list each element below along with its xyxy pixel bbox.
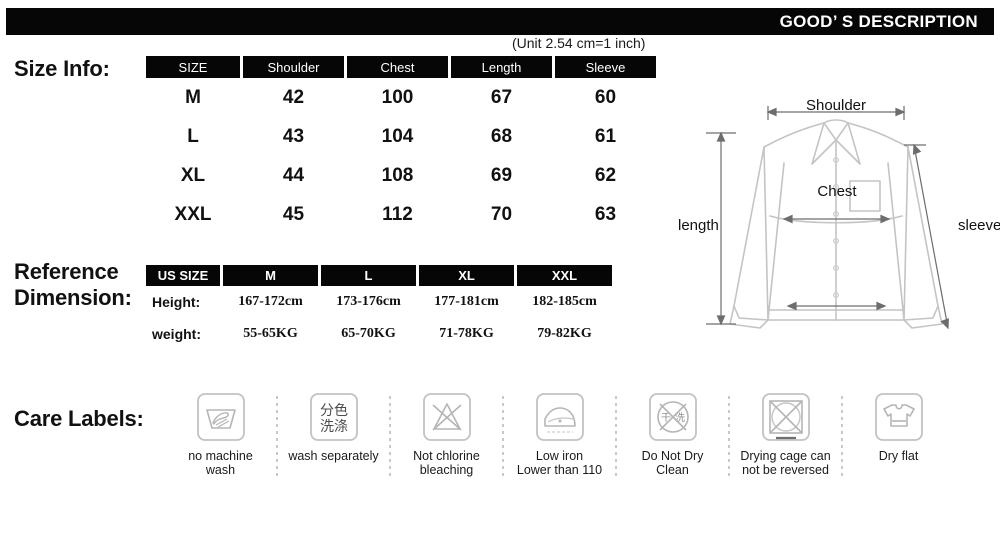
size-table-header-cell: Chest [347, 56, 448, 78]
table-row: M 42 100 67 60 [146, 78, 675, 117]
do-not-dry-clean-icon: 干 洗 [648, 392, 698, 442]
reference-dimension-section-label: Reference Dimension: [14, 259, 132, 311]
sleeve-cell: 60 [594, 86, 617, 108]
chest-cell: 112 [382, 203, 413, 225]
size-info-table: SIZE Shoulder Chest Length Sleeve M 42 1… [146, 56, 675, 234]
sleeve-cell: 62 [594, 164, 617, 186]
size-cell: L [187, 125, 199, 147]
care-separator [841, 396, 843, 480]
table-row: weight: 55-65KG 65-70KG 71-78KG 79-82KG [146, 318, 615, 350]
size-table-header-row: SIZE Shoulder Chest Length Sleeve [146, 56, 675, 78]
care-separator [276, 396, 278, 480]
unit-note: (Unit 2.54 cm=1 inch) [512, 35, 646, 51]
care-label-item: 分色 洗涤 wash separately [281, 392, 386, 502]
height-row-label: Height: [152, 294, 201, 310]
care-label-item: Low iron Lower than 110 [507, 392, 612, 502]
size-cell: M [185, 86, 201, 108]
reference-table-header-cell: XL [419, 265, 514, 286]
length-cell: 68 [490, 125, 513, 147]
svg-text:洗涤: 洗涤 [320, 419, 348, 435]
weight-row-label: weight: [152, 326, 201, 342]
reference-label-line-2: Dimension: [14, 285, 132, 310]
size-table-header-cell: Shoulder [243, 56, 344, 78]
sleeve-cell: 63 [594, 203, 617, 225]
reference-label-line-1: Reference [14, 259, 119, 284]
weight-value: 55-65KG [243, 326, 298, 341]
table-row: L 43 104 68 61 [146, 117, 675, 156]
size-table-header-cell: SIZE [146, 56, 240, 78]
size-table-header-cell: Sleeve [555, 56, 656, 78]
garment-measurement-diagram: Shoulder Chest length sleeve [672, 88, 1000, 373]
chest-cell: 100 [381, 86, 414, 108]
care-label-text: no machine wash [188, 449, 253, 477]
care-separator [728, 396, 730, 480]
length-cell: 67 [490, 86, 513, 108]
table-row: XL 44 108 69 62 [146, 156, 675, 195]
svg-text:分色: 分色 [320, 402, 348, 419]
care-label-text: Drying cage can not be reversed [740, 449, 831, 477]
weight-value: 65-70KG [341, 326, 396, 341]
chest-measure-label: Chest [817, 183, 857, 200]
shoulder-cell: 43 [282, 125, 305, 147]
size-cell: XXL [174, 203, 212, 225]
table-row: XXL 45 112 70 63 [146, 195, 675, 234]
care-labels-section-label: Care Labels: [14, 406, 144, 431]
shoulder-cell: 44 [282, 164, 305, 186]
low-iron-icon [535, 392, 585, 442]
reference-dimension-table: US SIZE M L XL XXL Height: 167-172cm 173… [146, 265, 615, 350]
shoulder-measure-label: Shoulder [806, 97, 866, 114]
length-measure-label: length [678, 217, 719, 234]
reference-table-header-row: US SIZE M L XL XXL [146, 265, 615, 286]
length-cell: 70 [490, 203, 513, 225]
chest-cell: 108 [381, 164, 414, 186]
no-chlorine-bleach-icon [422, 392, 472, 442]
wash-separately-icon: 分色 洗涤 [309, 392, 359, 442]
height-value: 182-185cm [532, 294, 597, 309]
reference-table-header-cell: XXL [517, 265, 612, 286]
reference-table-header-cell: L [321, 265, 416, 286]
shoulder-cell: 45 [282, 203, 305, 225]
care-label-text: Dry flat [878, 449, 919, 463]
chest-cell: 104 [381, 125, 414, 147]
care-label-item: Dry flat [846, 392, 951, 502]
length-cell: 69 [490, 164, 513, 186]
hand-wash-basin-icon [196, 392, 246, 442]
care-separator [389, 396, 391, 480]
shoulder-cell: 42 [282, 86, 305, 108]
no-tumble-dry-icon [761, 392, 811, 442]
reference-table-header-cell: US SIZE [146, 265, 220, 286]
care-label-text: Low iron Lower than 110 [516, 449, 603, 477]
weight-value: 71-78KG [439, 326, 494, 341]
header-title: GOOD’ S DESCRIPTION [779, 11, 978, 31]
care-separator [502, 396, 504, 480]
care-labels-row: no machine wash 分色 洗涤 wash separately Not… [168, 392, 958, 502]
dry-flat-icon [874, 392, 924, 442]
care-label-text: Not chlorine bleaching [413, 449, 480, 477]
size-table-header-cell: Length [451, 56, 552, 78]
table-row: Height: 167-172cm 173-176cm 177-181cm 18… [146, 286, 615, 318]
header-bar: GOOD’ S DESCRIPTION [6, 8, 994, 35]
height-value: 177-181cm [434, 294, 499, 309]
height-value: 173-176cm [336, 294, 401, 309]
size-info-section-label: Size Info: [14, 56, 110, 81]
svg-text:干: 干 [661, 413, 671, 424]
reference-table-header-cell: M [223, 265, 318, 286]
care-separator [615, 396, 617, 480]
care-label-text: Do Not Dry Clean [641, 449, 704, 477]
care-label-item: Drying cage can not be reversed [733, 392, 838, 502]
care-label-text: wash separately [288, 449, 379, 463]
weight-value: 79-82KG [537, 326, 592, 341]
height-value: 167-172cm [238, 294, 303, 309]
sleeve-measure-label: sleeve [958, 217, 1000, 234]
sleeve-cell: 61 [594, 125, 617, 147]
size-cell: XL [180, 164, 206, 186]
care-label-item: 干 洗 Do Not Dry Clean [620, 392, 725, 502]
care-label-item: Not chlorine bleaching [394, 392, 499, 502]
care-label-item: no machine wash [168, 392, 273, 502]
